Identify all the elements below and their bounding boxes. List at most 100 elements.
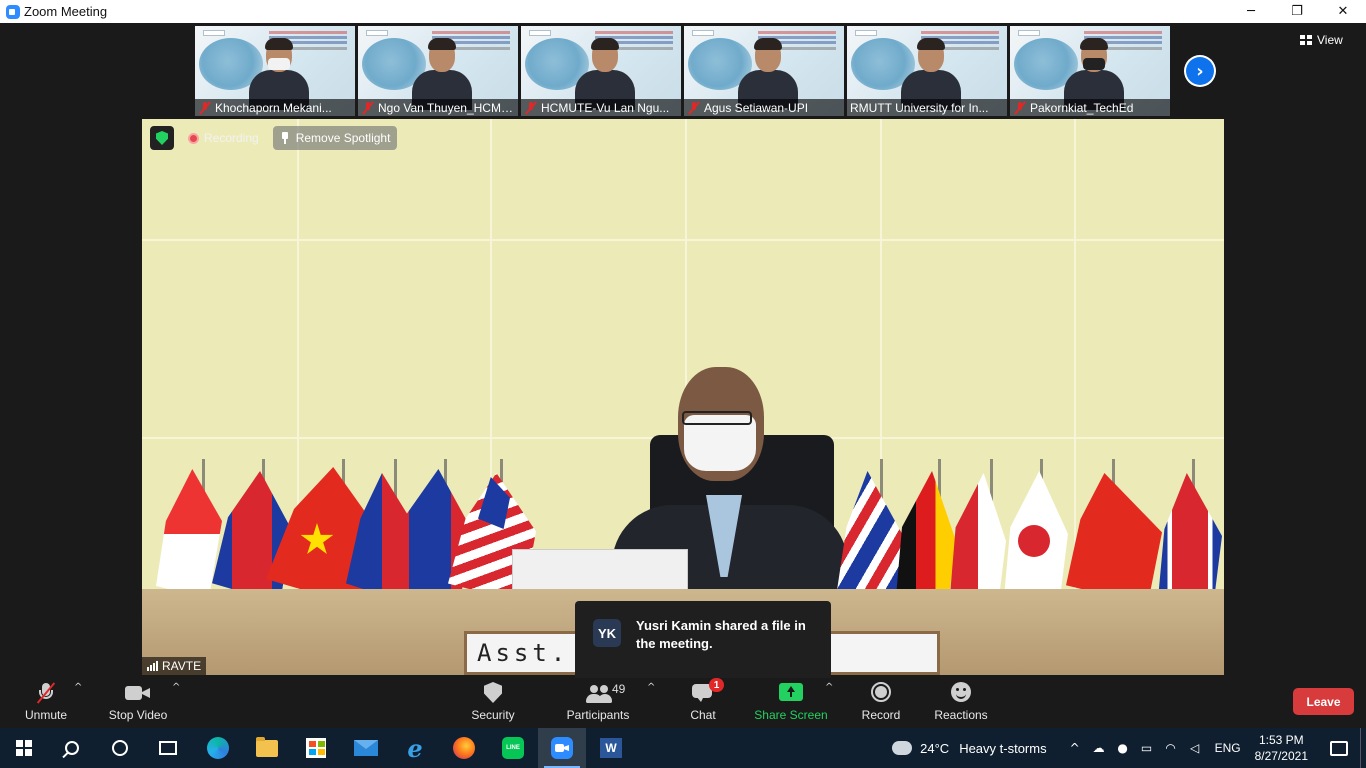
participant-thumbnail[interactable]: Khochaporn Mekani... (195, 26, 355, 116)
participant-video (575, 38, 635, 110)
participant-name: HCMUTE-Vu Lan Ngu... (541, 100, 670, 115)
taskbar-firefox[interactable] (440, 728, 488, 768)
pin-icon (280, 132, 290, 144)
task-view-button[interactable] (144, 728, 192, 768)
chat-notification[interactable]: YK Yusri Kamin shared a file in the meet… (575, 601, 831, 691)
encryption-badge[interactable] (150, 126, 174, 150)
folder-icon (256, 736, 278, 757)
store-icon (306, 738, 326, 758)
maximize-button[interactable]: ❐ (1274, 0, 1320, 23)
slide-logo (692, 30, 714, 36)
taskbar-clock[interactable]: 1:53 PM 8/27/2021 (1255, 732, 1308, 764)
mic-off-icon (361, 101, 375, 115)
meeting-controls: Unmute ^ Stop Video ^ Security 49 Partic… (0, 678, 1366, 728)
onedrive-icon[interactable]: ☁ (1091, 740, 1107, 756)
taskbar-internet-explorer[interactable]: e (391, 728, 439, 768)
participants-label: Participants (566, 708, 630, 722)
participant-name-bar: Ngo Van Thuyen_HCMUTE (358, 99, 518, 116)
battery-icon[interactable]: ▭ (1139, 740, 1155, 756)
taskbar-edge[interactable] (194, 728, 242, 768)
participant-thumbnail-strip: Khochaporn Mekani... Ngo Van Thuyen_HCMU… (195, 26, 1170, 116)
participant-thumbnail[interactable]: Pakornkiat_TechEd (1010, 26, 1170, 116)
word-icon: W (600, 738, 622, 758)
participant-thumbnail[interactable]: Agus Setiawan-UPI (684, 26, 844, 116)
record-label: Record (861, 708, 901, 722)
participant-thumbnail[interactable]: RMUTT University for In... (847, 26, 1007, 116)
windows-taskbar: e LINE W 24°C Heavy t-storms ^ ☁ ● ▭ ◠ ◁… (0, 728, 1366, 768)
mic-off-icon (198, 101, 212, 115)
participant-name: RMUTT University for In... (850, 100, 989, 115)
next-page-button[interactable]: › (1184, 55, 1216, 87)
video-name-label: RAVTE (142, 657, 207, 675)
slide-text (921, 31, 999, 34)
stop-video-label: Stop Video (108, 708, 168, 722)
taskbar-mail[interactable] (342, 728, 390, 768)
view-button[interactable]: View (1300, 33, 1343, 47)
video-options-caret-icon[interactable]: ^ (172, 683, 180, 693)
audio-options-caret-icon[interactable]: ^ (74, 683, 82, 693)
chat-button[interactable]: 1 Chat (682, 678, 724, 728)
video-name: RAVTE (162, 659, 202, 673)
signal-icon (147, 661, 158, 671)
tray-chevron-up-icon[interactable]: ^ (1067, 740, 1083, 756)
line-icon: LINE (502, 737, 524, 759)
participant-name-bar: HCMUTE-Vu Lan Ngu... (521, 99, 681, 116)
record-button[interactable]: Record (858, 678, 904, 728)
firefox-icon (453, 737, 475, 759)
mic-off-icon (1013, 101, 1027, 115)
slide-logo (366, 30, 388, 36)
chat-label: Chat (690, 708, 716, 722)
reactions-button[interactable]: Reactions (932, 678, 990, 728)
show-desktop-button[interactable] (1360, 728, 1366, 768)
slide-logo (203, 30, 225, 36)
mic-off-icon (35, 682, 57, 704)
avatar: YK (593, 619, 621, 647)
recording-indicator[interactable]: Recording (182, 127, 265, 149)
window-controls: ─ ❐ ✕ (1228, 0, 1366, 23)
stop-video-button[interactable]: Stop Video (106, 678, 170, 728)
taskbar-file-explorer[interactable] (243, 728, 291, 768)
weather-cloud-icon[interactable] (888, 737, 913, 755)
chat-unread-badge: 1 (709, 678, 724, 692)
share-options-caret-icon[interactable]: ^ (825, 683, 833, 693)
leave-button[interactable]: Leave (1293, 688, 1354, 715)
share-screen-button[interactable]: Share Screen (754, 678, 828, 728)
taskbar-line[interactable]: LINE (489, 728, 537, 768)
minimize-button[interactable]: ─ (1228, 0, 1274, 23)
recording-bar: Recording Remove Spotlight (150, 126, 398, 150)
unmute-button[interactable]: Unmute (18, 678, 74, 728)
mic-off-icon (524, 101, 538, 115)
shield-icon (484, 682, 502, 703)
weather-temperature[interactable]: 24°C (920, 741, 949, 756)
input-language[interactable]: ENG (1215, 741, 1241, 755)
remove-spotlight-label: Remove Spotlight (295, 131, 391, 145)
security-button[interactable]: Security (466, 678, 520, 728)
microphone-icon[interactable]: ● (1115, 740, 1131, 756)
participants-options-caret-icon[interactable]: ^ (647, 683, 655, 693)
cortana-button[interactable] (96, 728, 144, 768)
mic-off-icon (687, 101, 701, 115)
zoom-icon (551, 737, 573, 759)
remove-spotlight-button[interactable]: Remove Spotlight (272, 126, 398, 150)
spotlight-video[interactable]: Asst. omphol Recording Remove Spotlight … (142, 119, 1224, 675)
notification-message: Yusri Kamin shared a file in the meeting… (636, 618, 806, 651)
wifi-icon[interactable]: ◠ (1163, 740, 1179, 756)
weather-condition[interactable]: Heavy t-storms (959, 741, 1046, 756)
participant-thumbnail[interactable]: HCMUTE-Vu Lan Ngu... (521, 26, 681, 116)
close-button[interactable]: ✕ (1320, 0, 1366, 23)
participants-button[interactable]: 49 Participants (564, 678, 632, 728)
participant-name-bar: Khochaporn Mekani... (195, 99, 355, 116)
participant-name-bar: Agus Setiawan-UPI (684, 99, 844, 116)
taskbar-search-button[interactable] (48, 728, 96, 768)
action-center-icon[interactable] (1330, 740, 1348, 756)
taskbar-zoom[interactable] (538, 728, 586, 768)
start-button[interactable] (0, 728, 48, 768)
glasses (682, 411, 752, 425)
security-label: Security (471, 708, 515, 722)
taskbar-word[interactable]: W (587, 728, 635, 768)
volume-icon[interactable]: ◁ (1187, 740, 1203, 756)
slide-text (595, 31, 673, 34)
taskbar-store[interactable] (292, 728, 340, 768)
participant-thumbnail[interactable]: Ngo Van Thuyen_HCMUTE (358, 26, 518, 116)
internet-explorer-icon: e (407, 733, 423, 763)
